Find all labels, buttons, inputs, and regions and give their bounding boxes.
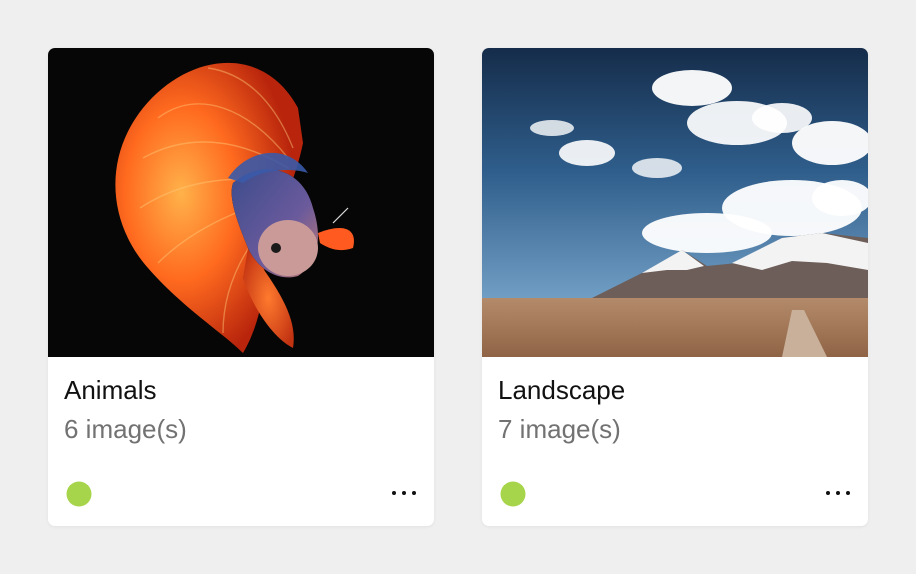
album-card-animals[interactable]: Animals 6 image(s): [48, 48, 434, 526]
album-image-count: 6 image(s): [64, 414, 187, 444]
album-image-count: 7 image(s): [498, 414, 621, 444]
album-grid: Animals 6 image(s) Landscape 7 image(s): [0, 0, 916, 574]
album-thumbnail-animals[interactable]: [48, 48, 434, 357]
more-options-button[interactable]: [384, 478, 424, 508]
album-title: Landscape: [498, 375, 626, 405]
more-horizontal-icon: [826, 491, 830, 495]
status-indicator-icon: [500, 481, 526, 507]
status-indicator-icon: [66, 481, 92, 507]
more-options-button[interactable]: [818, 478, 858, 508]
more-horizontal-icon: [392, 491, 396, 495]
album-card-landscape[interactable]: Landscape 7 image(s): [482, 48, 868, 526]
album-thumbnail-landscape[interactable]: [482, 48, 868, 357]
album-title: Animals: [64, 375, 157, 405]
